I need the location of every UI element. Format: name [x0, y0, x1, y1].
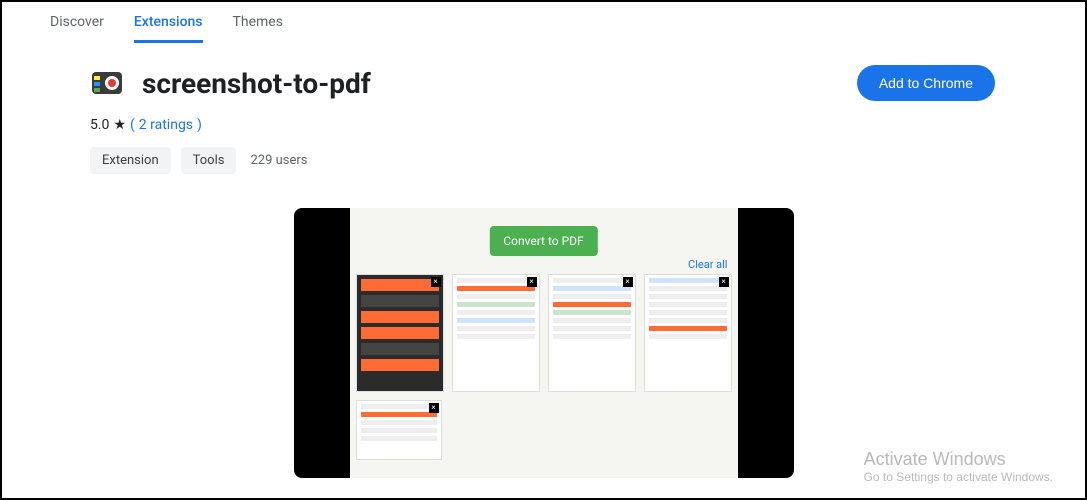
extension-logo-icon	[90, 66, 124, 100]
convert-to-pdf-button: Convert to PDF	[489, 226, 597, 256]
thumbnail: ×	[356, 274, 444, 392]
tab-themes[interactable]: Themes	[233, 14, 283, 43]
close-icon: ×	[719, 277, 729, 287]
close-icon: ×	[429, 403, 439, 413]
close-icon: ×	[527, 277, 537, 287]
screenshot-thumbnails: × × × ×	[356, 274, 732, 392]
extension-header: screenshot-to-pdf Add to Chrome	[2, 43, 1085, 101]
ratings-link[interactable]: 2 ratings	[139, 117, 193, 133]
star-icon: ★	[113, 117, 126, 133]
tab-discover[interactable]: Discover	[50, 14, 104, 43]
paren-open: (	[130, 117, 135, 133]
thumbnail: ×	[644, 274, 732, 392]
meta-chips: Extension Tools 229 users	[2, 133, 1085, 174]
screenshot-carousel[interactable]: Convert to PDF Clear all × × × × ×	[294, 208, 794, 478]
windows-watermark: Activate Windows Go to Settings to activ…	[864, 449, 1053, 484]
thumbnail: ×	[452, 274, 540, 392]
rating-section: 5.0 ★ (2 ratings)	[2, 101, 1085, 133]
tab-extensions[interactable]: Extensions	[134, 14, 203, 43]
rating-value: 5.0	[90, 117, 109, 133]
clear-all-link: Clear all	[688, 258, 727, 271]
screenshot-image: Convert to PDF Clear all × × × × ×	[350, 208, 738, 478]
thumbnail: ×	[548, 274, 636, 392]
thumbnail: ×	[356, 400, 442, 460]
add-to-chrome-button[interactable]: Add to Chrome	[857, 65, 995, 101]
paren-close: )	[197, 117, 202, 133]
chip-tools[interactable]: Tools	[181, 147, 237, 174]
watermark-title: Activate Windows	[864, 449, 1053, 470]
close-icon: ×	[623, 277, 633, 287]
watermark-subtitle: Go to Settings to activate Windows.	[864, 470, 1053, 484]
extension-title: screenshot-to-pdf	[142, 67, 371, 100]
close-icon: ×	[431, 277, 441, 287]
nav-tabs: Discover Extensions Themes	[2, 2, 1085, 43]
title-wrap: screenshot-to-pdf	[90, 66, 371, 100]
chip-extension[interactable]: Extension	[90, 147, 171, 174]
users-count: 229 users	[250, 153, 307, 168]
